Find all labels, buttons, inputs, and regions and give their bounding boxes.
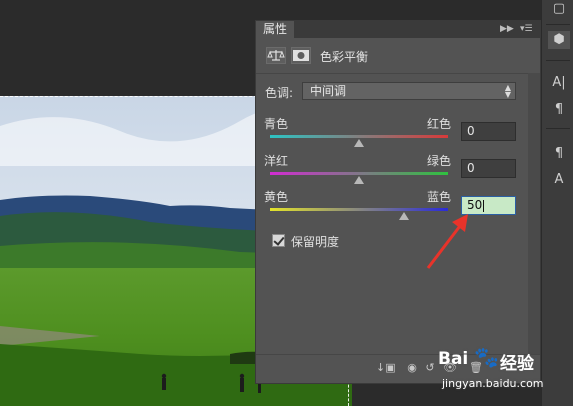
text-caret <box>483 199 485 212</box>
yellow-blue-thumb[interactable] <box>398 212 409 220</box>
tone-label: 色调: <box>265 86 294 100</box>
character-panel-icon[interactable]: A| <box>548 74 570 92</box>
slider-3-left-label: 黄色 <box>264 190 289 204</box>
watermark-url: jingyan.baidu.com <box>442 377 544 390</box>
slider-1-left-label: 青色 <box>264 117 289 131</box>
layer-mask-icon[interactable] <box>291 47 311 64</box>
yellow-blue-input-value: 50 <box>467 198 483 212</box>
magenta-green-track <box>270 172 448 175</box>
adjustments-cube-icon[interactable]: ⬢ <box>548 31 570 49</box>
collapse-icon[interactable]: ▶▶ <box>500 21 514 38</box>
adjustment-header: 色彩平衡 <box>256 39 540 74</box>
yellow-blue-slider[interactable] <box>270 205 448 220</box>
panel-tab-bar: 属性 ▶▶ ▾☰ <box>256 21 540 38</box>
properties-panel: 属性 ▶▶ ▾☰ 色彩平衡 色调: 中间调 ▲ ▼ 青色 红色 0 洋红 绿色 … <box>255 20 541 384</box>
slider-1-right-label: 红色 <box>427 117 452 131</box>
cyan-red-track <box>270 135 448 138</box>
paragraph-styles-icon[interactable]: ¶ <box>548 145 570 163</box>
tone-select-value: 中间调 <box>310 84 347 98</box>
yellow-blue-track <box>270 208 448 211</box>
right-bar-divider <box>546 128 570 129</box>
slider-2-right-label: 绿色 <box>427 154 452 168</box>
right-bar-divider <box>546 24 570 25</box>
character-styles-icon[interactable]: A <box>548 171 570 189</box>
reset-icon[interactable]: ↺ <box>422 361 438 375</box>
preserve-luminosity-checkbox[interactable] <box>272 234 285 247</box>
slider-2-left-label: 洋红 <box>264 154 289 168</box>
baidu-watermark: Bai 🐾 经验 jingyan.baidu.com <box>438 345 572 403</box>
panel-scrollbar[interactable] <box>528 73 540 355</box>
slider-3-right-label: 蓝色 <box>427 190 452 204</box>
tone-select[interactable]: 中间调 ▲ ▼ <box>302 82 516 100</box>
preserve-luminosity-label: 保留明度 <box>291 235 340 249</box>
magenta-green-slider[interactable] <box>270 169 448 184</box>
cyan-red-slider[interactable] <box>270 132 448 147</box>
adjustment-title: 色彩平衡 <box>320 50 369 64</box>
view-previous-icon[interactable]: ◉ <box>404 361 420 375</box>
watermark-suffix: 经验 <box>500 354 534 374</box>
tool-presets-icon[interactable]: ▢ <box>548 0 570 18</box>
clip-to-layer-icon[interactable]: ↓▣ <box>376 361 396 375</box>
panel-menu-icon[interactable]: ▾☰ <box>520 21 533 38</box>
right-bar-divider <box>546 60 570 61</box>
yellow-blue-input[interactable]: 50 <box>461 196 516 215</box>
watermark-brand: Bai <box>438 349 469 369</box>
cyan-red-input[interactable]: 0 <box>461 122 516 141</box>
paragraph-panel-icon[interactable]: ¶ <box>548 101 570 119</box>
cyan-red-thumb[interactable] <box>354 139 364 147</box>
scales-icon[interactable] <box>266 47 286 64</box>
tab-properties[interactable]: 属性 <box>256 21 295 38</box>
paw-logo-icon: 🐾 <box>474 345 499 369</box>
magenta-green-input[interactable]: 0 <box>461 159 516 178</box>
select-updown-icon: ▲ ▼ <box>504 83 511 99</box>
magenta-green-thumb[interactable] <box>354 176 364 184</box>
